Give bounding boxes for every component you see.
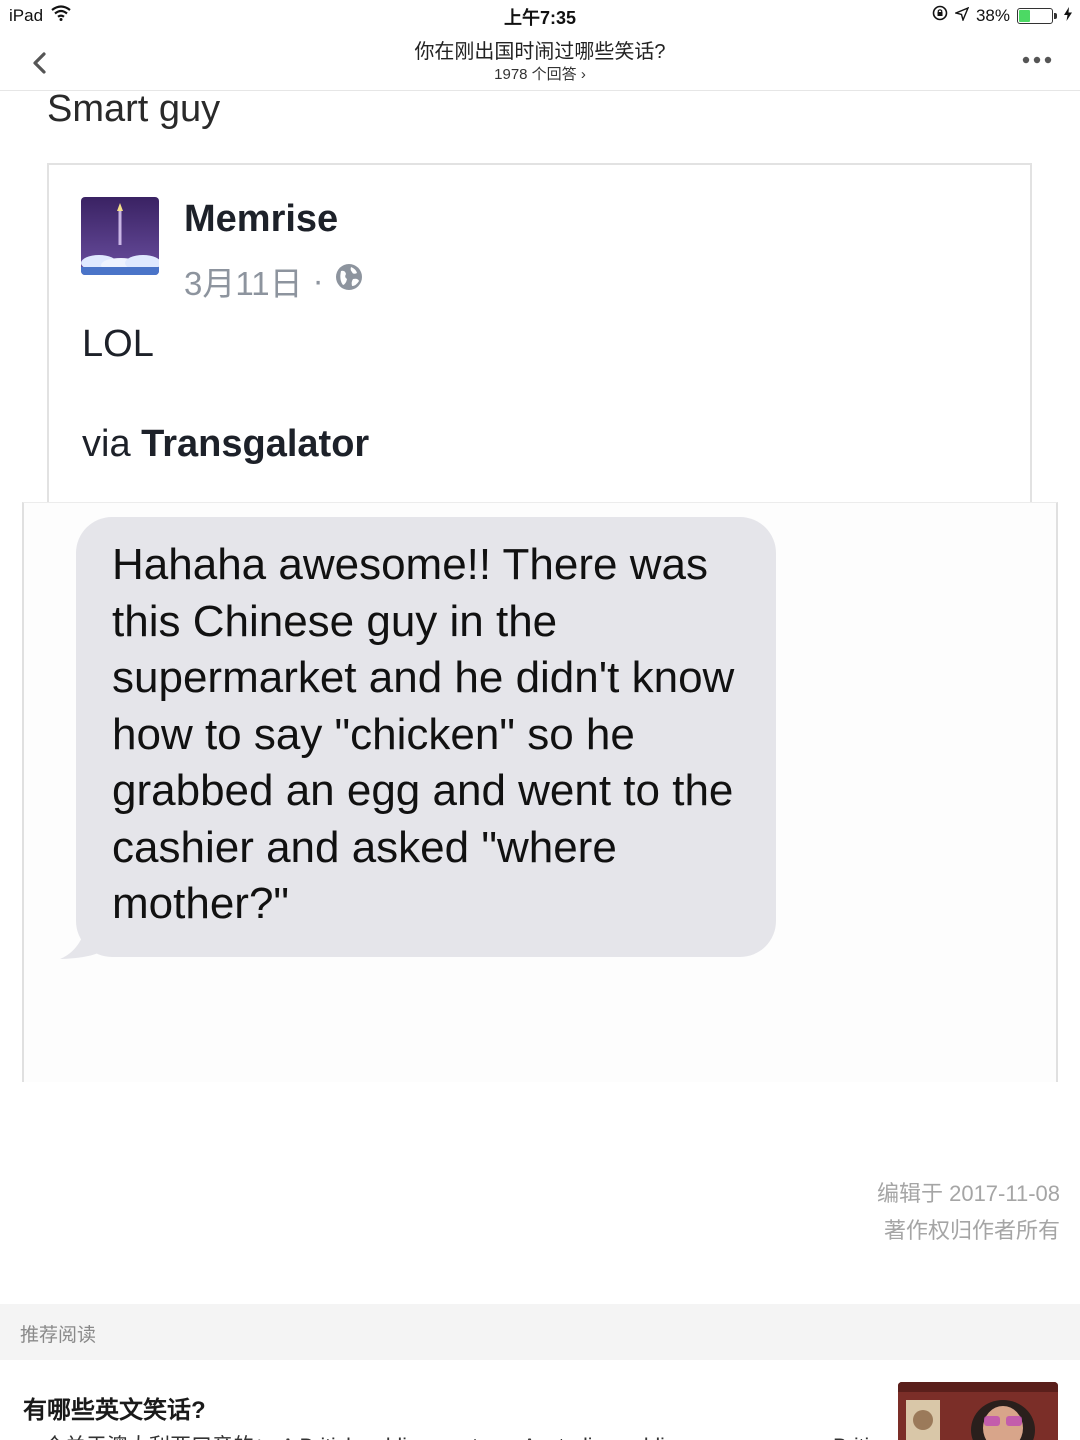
answer-intro: Smart guy [47,88,221,130]
battery-percent: 38% [975,5,1010,25]
zhihu-answer-page: iPad 上午7:35 38% 你在刚出国时闹过哪些笑话? 1978 个回答 ›… [0,0,1080,1440]
message-bubble: Hahaha awesome!! There was this Chinese … [76,517,776,957]
memrise-avatar [81,197,159,275]
battery-icon [1017,7,1053,24]
post-date: 3月11日 [184,265,303,302]
edit-info: 编辑于 2017-11-08 著作权归作者所有 [877,1175,1060,1249]
embedded-post-image: Memrise 3月11日 · LOL via Transgalator [47,163,1032,503]
edited-date: 编辑于 2017-11-08 [876,1181,1060,1206]
nav-bar: 你在刚出国时闹过哪些笑话? 1978 个回答 › [0,30,1080,91]
message-text: Hahaha awesome!! There was this Chinese … [112,540,735,928]
post-author: Memrise [184,198,339,240]
recommend-item-title[interactable]: 有哪些英文笑话? [23,1390,206,1425]
recommend-label: 推荐阅读 [20,1325,97,1346]
copyright-notice: 著作权归作者所有 [883,1218,1060,1243]
location-arrow-icon [953,6,970,26]
via-source: Transgalator [141,423,370,465]
post-text: LOL [82,323,154,365]
recommend-item[interactable]: 有哪些英文笑话? 一个关于澳大利亚口音的： A British soldier … [0,1360,1080,1440]
recommend-header: 推荐阅读 [0,1304,1080,1360]
more-button[interactable] [1020,45,1056,75]
via-prefix: via [82,423,142,465]
globe-icon [334,262,364,300]
question-title[interactable]: 你在刚出国时闹过哪些笑话? [0,35,1080,64]
battery-level [1019,9,1030,22]
recommend-item-excerpt: 一个关于澳大利亚口音的： A British soldier meets an … [23,1430,873,1440]
recommend-item-thumbnail[interactable] [898,1382,1058,1440]
more-dots-icon [1022,56,1052,64]
answer-count-link[interactable]: 1978 个回答 › [0,63,1080,84]
post-meta: 3月11日 · [184,257,364,305]
status-time: 上午7:35 [503,8,577,28]
status-bar: iPad 上午7:35 38% [0,0,1080,30]
battery-tip [1054,12,1057,19]
charging-icon [1064,6,1072,26]
sms-screenshot: Hahaha awesome!! There was this Chinese … [22,502,1058,1082]
post-via: via Transgalator [82,423,369,466]
meta-separator: · [312,262,324,299]
location-lock-icon [932,5,948,26]
